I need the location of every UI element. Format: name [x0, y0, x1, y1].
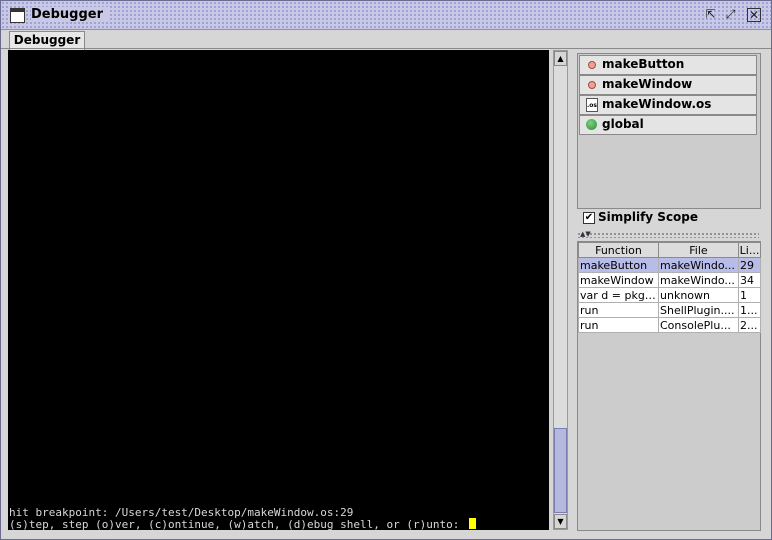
console-prompt-text: (s)tep, step (o)ver, (c)ontinue, (w)atch… [9, 518, 466, 531]
cell-function: var d = pkg.... [578, 287, 659, 303]
table-row[interactable]: var d = pkg.... unknown 1 [578, 287, 761, 303]
call-stack-table: Function File Li... makeButton makeWindo.… [577, 241, 761, 531]
title-bar[interactable]: Debugger ⇱ ⤢ ✕ [1, 1, 771, 30]
minimize-icon[interactable]: ⇱ [703, 7, 718, 22]
tab-divider [1, 48, 771, 49]
scope-item-makewindow-os[interactable]: .os makeWindow.os [579, 95, 757, 115]
panel-splitter[interactable] [577, 232, 759, 238]
scrollbar-thumb[interactable] [554, 428, 567, 513]
simplify-scope-label: Simplify Scope [598, 210, 699, 224]
column-header-function[interactable]: Function [578, 242, 659, 258]
right-panel: makeButton makeWindow .os makeWindow .os … [576, 52, 762, 531]
scroll-up-icon[interactable]: ▲ [554, 51, 567, 66]
console-prompt-line[interactable]: (s)tep, step (o)ver, (c)ontinue, (w)atch… [9, 518, 476, 531]
cell-line: 1... [738, 302, 761, 318]
cell-file: makeWindo... [658, 272, 739, 288]
cell-function: run [578, 302, 659, 318]
cell-line: 2... [738, 317, 761, 333]
scope-item-label: makeWindow.os [602, 97, 712, 111]
cell-line: 29 [738, 257, 761, 273]
scope-item-makewindow[interactable]: makeWindow [579, 75, 757, 95]
table-header-row: Function File Li... [578, 242, 761, 258]
debugger-console[interactable]: hit breakpoint: /Users/test/Desktop/make… [8, 50, 549, 531]
maximize-icon[interactable]: ⤢ [723, 7, 738, 22]
scope-item-global[interactable]: global [579, 115, 757, 135]
scope-item-label: makeButton [602, 57, 685, 71]
cell-line: 34 [738, 272, 761, 288]
table-row[interactable]: makeWindow makeWindo... 34 [578, 272, 761, 288]
console-scrollbar[interactable]: ▲ ▼ [553, 50, 568, 530]
cell-function: run [578, 317, 659, 333]
window-title: Debugger [31, 7, 110, 22]
globe-icon [586, 119, 597, 130]
cell-function: makeButton [578, 257, 659, 273]
function-icon [588, 61, 596, 69]
column-header-file[interactable]: File [658, 242, 739, 258]
column-header-line[interactable]: Li... [738, 242, 761, 258]
debugger-window: Debugger ⇱ ⤢ ✕ Debugger hit breakpoint: … [0, 0, 772, 540]
simplify-scope-checkbox[interactable]: ✔ [583, 212, 595, 224]
scope-list: makeButton makeWindow .os makeWindow.os … [577, 53, 761, 209]
cell-function: makeWindow [578, 272, 659, 288]
text-cursor [468, 518, 476, 529]
tab-strip: Debugger [1, 30, 771, 50]
cell-file: ShellPlugin.... [658, 302, 739, 318]
table-row[interactable]: run ShellPlugin.... 1... [578, 302, 761, 318]
file-icon: .os [586, 98, 598, 112]
scroll-down-icon[interactable]: ▼ [554, 514, 567, 529]
cell-line: 1 [738, 287, 761, 303]
cell-file: makeWindo... [658, 257, 739, 273]
table-row[interactable]: run ConsolePlu... 2... [578, 317, 761, 333]
scope-item-makebutton[interactable]: makeButton [579, 55, 757, 75]
cell-file: unknown [658, 287, 739, 303]
call-stack-grid: Function File Li... makeButton makeWindo.… [578, 242, 761, 333]
function-icon [588, 81, 596, 89]
table-row[interactable]: makeButton makeWindo... 29 [578, 257, 761, 273]
cell-file: ConsolePlu... [658, 317, 739, 333]
window-icon [10, 8, 25, 23]
scope-item-label: global [602, 117, 644, 131]
splitter-arrows-icon[interactable]: ▲▼ [580, 230, 591, 238]
close-icon[interactable]: ✕ [747, 8, 761, 22]
scope-item-label: makeWindow [602, 77, 693, 91]
